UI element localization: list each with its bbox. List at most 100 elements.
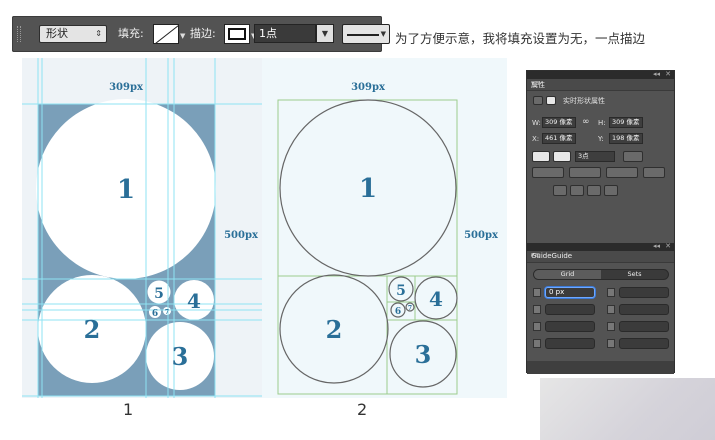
stroke-width-pt: 3点 (578, 152, 589, 160)
y-value: 198 像素 (612, 134, 640, 142)
circle-2-number: 2 (326, 315, 343, 344)
no-fill-slash-icon (154, 25, 178, 43)
exclude-shapes-icon[interactable] (604, 185, 618, 196)
stroke-label: 描边: (190, 27, 216, 40)
circle-3-number: 3 (415, 340, 432, 369)
margin-left-input[interactable]: 0 px (545, 287, 595, 298)
solid-line-icon (347, 34, 379, 36)
panel-menu-icon[interactable]: ▾≡ (531, 251, 670, 259)
chevron-down-icon: ▼ (380, 30, 386, 38)
watermark-area (540, 378, 715, 440)
margin-bottom-icon (607, 305, 615, 314)
height-value: 309 像素 (612, 118, 640, 126)
properties-title: 实时形状属性 (563, 97, 605, 105)
panel-titlebar: ◂◂ ✕ (527, 70, 674, 79)
stroke-width-value: 1点 (259, 27, 277, 40)
intersect-shapes-icon[interactable] (587, 185, 601, 196)
height-label: H: (598, 119, 606, 127)
circle-1-number: 1 (359, 174, 377, 204)
circle-4-number: 4 (429, 287, 443, 311)
margin-top-input[interactable] (619, 287, 669, 298)
x-value: 461 像素 (545, 134, 573, 142)
guideguide-footer (527, 361, 674, 374)
x-label: X: (532, 135, 540, 143)
fill-swatch-button[interactable] (153, 24, 179, 44)
fill-color-button[interactable] (532, 151, 550, 162)
circle-5-number: 5 (154, 286, 164, 302)
stroke-more-button[interactable] (643, 167, 665, 178)
guideguide-titlebar: ◂◂ ✕ (527, 242, 674, 251)
panel-menu-icon[interactable]: ▾≡ (531, 79, 670, 87)
margin-right-icon (533, 305, 541, 314)
caption-text: 为了方便示意，我将填充设置为无，一点描边 (395, 31, 646, 46)
stroke-cap-button[interactable] (569, 167, 601, 178)
fill-dropdown-arrow-icon[interactable]: ▼ (180, 32, 185, 40)
margin-left-icon (533, 288, 541, 297)
rows-input[interactable] (619, 321, 669, 332)
circle-5-number: 5 (396, 283, 406, 299)
close-icon[interactable]: ✕ (665, 70, 671, 78)
stroke-join-button[interactable] (606, 167, 638, 178)
guideguide-tab[interactable]: GuideGuide ▾≡ (527, 251, 674, 263)
circle-6-number: 6 (152, 309, 158, 319)
height-dimension-label: 500px (464, 230, 499, 241)
margin-bottom-input[interactable] (619, 304, 669, 315)
stroke-width-dropdown-button[interactable]: ▼ (316, 24, 334, 43)
collapse-icon[interactable]: ◂◂ (653, 242, 660, 250)
golden-circles-diagram-filled: 1 2 3 4 5 6 7 309px 500px (22, 58, 267, 398)
fill-label: 填充: (118, 27, 144, 40)
stroke-swatch-button[interactable] (224, 24, 250, 44)
tab-grid[interactable]: Grid (534, 270, 601, 279)
margin-top-icon (607, 288, 615, 297)
height-input[interactable]: 309 像素 (609, 117, 643, 128)
column-gutter-icon (533, 339, 541, 348)
stroke-align-button[interactable] (532, 167, 564, 178)
collapse-icon[interactable]: ◂◂ (653, 70, 660, 78)
properties-tab[interactable]: 属性 ▾≡ (527, 79, 674, 91)
row-gutter-icon (607, 339, 615, 348)
shape-options-bar: 形状 ⇕ 填充: ▼ 描边: ▼ 1点 ▼ ▼ (12, 16, 390, 52)
y-input[interactable]: 198 像素 (609, 133, 643, 144)
y-label: Y: (598, 135, 604, 143)
close-icon[interactable]: ✕ (665, 242, 671, 250)
width-label: W: (532, 119, 541, 127)
circle-6-number: 6 (395, 307, 401, 317)
circle-4-number: 4 (187, 289, 201, 313)
circle-1-number: 1 (117, 175, 135, 205)
shape-mode-select[interactable]: 形状 ⇕ (39, 25, 107, 43)
link-icon[interactable]: ∞ (582, 117, 590, 127)
toolbar-grip[interactable] (17, 26, 21, 42)
properties-panel: ◂◂ ✕ 属性 ▾≡ 实时形状属性 W: 309 像素 ∞ H: 309 像素 … (526, 70, 675, 374)
width-value: 309 像素 (545, 118, 573, 126)
shape-layer-icon (533, 96, 543, 105)
stroke-width-input[interactable]: 1点 (254, 24, 316, 43)
columns-icon (533, 322, 541, 331)
tab-sets[interactable]: Sets (601, 270, 668, 279)
columns-input[interactable] (545, 321, 595, 332)
mask-icon[interactable] (546, 96, 556, 105)
column-gutter-input[interactable] (545, 338, 595, 349)
stroke-style-button[interactable] (623, 151, 643, 162)
width-input[interactable]: 309 像素 (542, 117, 576, 128)
circle-7-number: 7 (408, 305, 412, 312)
x-input[interactable]: 461 像素 (542, 133, 576, 144)
circle-2-number: 2 (84, 315, 101, 344)
figure-1-label: 1 (123, 400, 134, 419)
subtract-shapes-icon[interactable] (570, 185, 584, 196)
row-gutter-input[interactable] (619, 338, 669, 349)
margin-left-value: 0 px (549, 288, 565, 296)
combine-shapes-icon[interactable] (553, 185, 567, 196)
height-dimension-label: 500px (224, 230, 259, 241)
updown-arrow-icon: ⇕ (95, 29, 102, 38)
circle-3-number: 3 (172, 342, 189, 371)
stroke-type-dropdown[interactable]: ▼ (342, 24, 390, 44)
width-dimension-label: 309px (351, 82, 386, 93)
stroke-color-button[interactable] (553, 151, 571, 162)
stroke-color-icon (228, 28, 246, 40)
chevron-down-icon: ▼ (321, 29, 329, 38)
grid-sets-tabs: Grid Sets (533, 269, 669, 280)
stroke-width-field[interactable]: 3点 (575, 151, 615, 162)
figure-2-label: 2 (357, 400, 368, 419)
margin-right-input[interactable] (545, 304, 595, 315)
golden-circles-diagram-outline: 1 2 3 4 5 6 7 309px 500px (262, 58, 507, 398)
